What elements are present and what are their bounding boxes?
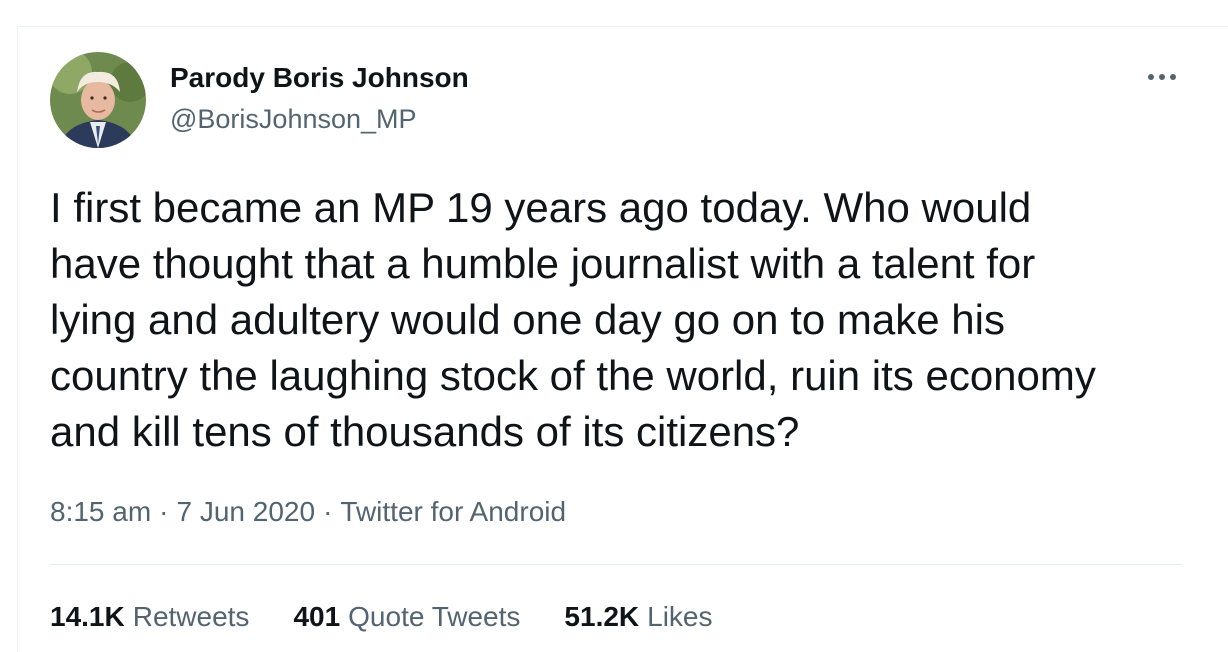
quote-tweets-count: 401: [293, 601, 341, 632]
meta-separator: ·: [159, 496, 169, 527]
quote-tweets-label: Quote Tweets: [348, 601, 521, 632]
tweet-date[interactable]: 7 Jun 2020: [177, 496, 316, 527]
more-dots-icon: [1148, 74, 1176, 80]
tweet-source[interactable]: Twitter for Android: [340, 496, 566, 527]
likes-count: 51.2K: [564, 601, 640, 632]
username-handle[interactable]: @BorisJohnson_MP: [170, 104, 417, 135]
tweet-time[interactable]: 8:15 am: [50, 496, 151, 527]
avatar[interactable]: [50, 52, 146, 148]
tweet-text: I first became an MP 19 years ago today.…: [50, 184, 1096, 455]
display-name[interactable]: Parody Boris Johnson: [170, 62, 469, 94]
likes-stat[interactable]: 51.2K Likes: [564, 601, 712, 633]
retweets-stat[interactable]: 14.1K Retweets: [50, 601, 249, 633]
quote-tweets-stat[interactable]: 401 Quote Tweets: [293, 601, 520, 633]
profile-photo-icon: [50, 52, 146, 148]
divider: [50, 564, 1182, 565]
likes-label: Likes: [647, 601, 713, 632]
retweets-label: Retweets: [132, 601, 250, 632]
tweet-stats: 14.1K Retweets 401 Quote Tweets 51.2K Likes: [50, 601, 757, 633]
retweets-count: 14.1K: [50, 601, 125, 632]
tweet-meta: 8:15 am · 7 Jun 2020 · Twitter for Android: [50, 496, 566, 528]
meta-separator: ·: [323, 496, 333, 527]
more-options-button[interactable]: [1142, 62, 1182, 92]
